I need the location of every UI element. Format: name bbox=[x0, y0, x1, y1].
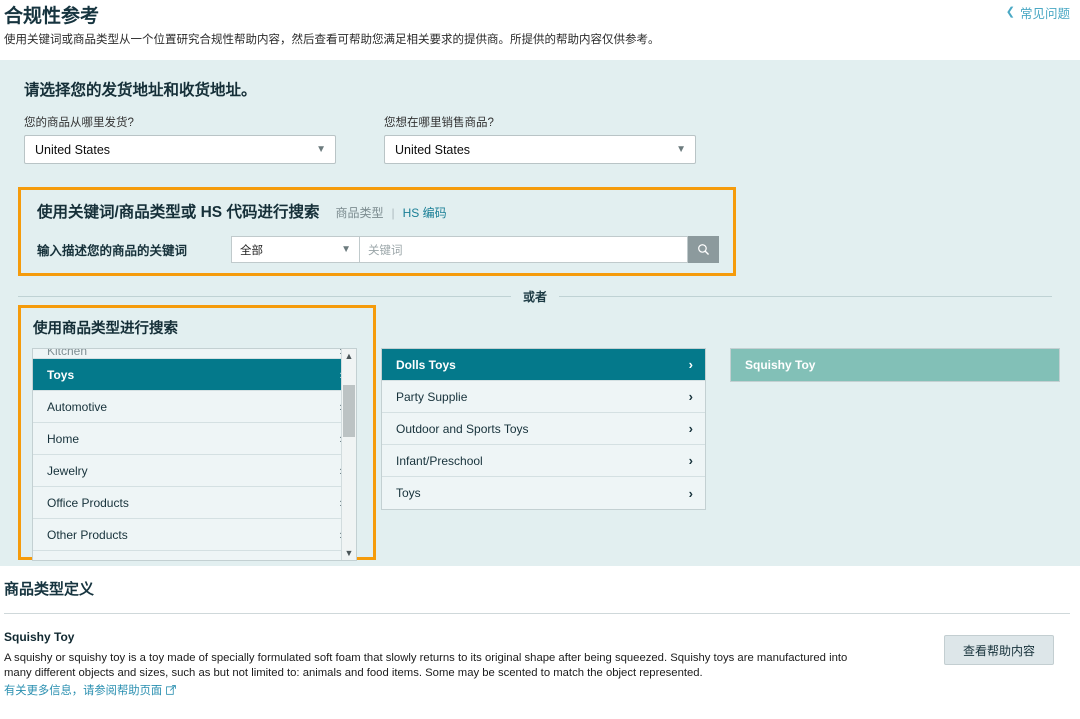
category-columns: Kitchen › Toys › Automotive › Home › bbox=[32, 348, 1062, 561]
category-item-label: Home bbox=[47, 432, 79, 446]
view-help-content-button[interactable]: 查看帮助内容 bbox=[944, 635, 1054, 665]
divider-line-left bbox=[18, 296, 511, 297]
chevron-down-icon: ▼ bbox=[676, 143, 686, 154]
category-list-2: Dolls Toys › Party Supplie › Outdoor and… bbox=[381, 348, 706, 510]
category-item-label: Squishy Toy bbox=[745, 358, 815, 372]
list-item[interactable]: Office Products › bbox=[33, 487, 356, 519]
keyword-input-row: 输入描述您的商品的关键词 全部 ▼ 关键词 bbox=[37, 236, 719, 263]
category-search-title: 使用商品类型进行搜索 bbox=[33, 317, 361, 338]
view-help-content-label: 查看帮助内容 bbox=[963, 642, 1035, 659]
list-item[interactable]: Squishy Toy bbox=[731, 349, 1059, 381]
faq-link[interactable]: ❮ 常见问题 bbox=[1006, 3, 1070, 22]
address-panel-heading: 请选择您的发货地址和收货地址。 bbox=[24, 78, 1056, 100]
sell-to-select[interactable]: United States ▼ bbox=[384, 135, 696, 164]
page-subtitle: 使用关键词或商品类型从一个位置研究合规性帮助内容，然后查看可帮助您满足相关要求的… bbox=[4, 33, 1068, 47]
list-item[interactable]: Toys › bbox=[382, 477, 705, 509]
sell-to-group: 您想在哪里销售商品? United States ▼ bbox=[384, 114, 696, 164]
list-item[interactable]: Outdoor and Sports Toys › bbox=[382, 413, 705, 445]
list-item[interactable]: Dolls Toys › bbox=[382, 349, 705, 381]
list-item[interactable]: Kitchen › bbox=[33, 349, 356, 359]
keyword-search-highlight-box: 使用关键词/商品类型或 HS 代码进行搜索 商品类型 | HS 编码 输入描述您… bbox=[18, 187, 736, 276]
keyword-scope-value: 全部 bbox=[240, 242, 263, 258]
keyword-search-title-row: 使用关键词/商品类型或 HS 代码进行搜索 商品类型 | HS 编码 bbox=[37, 200, 719, 222]
category-item-label: Automotive bbox=[47, 400, 107, 414]
chevron-left-icon: ❮ bbox=[1006, 7, 1015, 18]
chevron-down-icon: ▼ bbox=[316, 143, 326, 154]
category-list-1-scroll: Kitchen › Toys › Automotive › Home › bbox=[33, 349, 356, 560]
category-list-scrollbar[interactable]: ▲ ▼ bbox=[341, 349, 356, 560]
keyword-input-label: 输入描述您的商品的关键词 bbox=[37, 240, 231, 259]
category-item-label: Kitchen bbox=[47, 349, 87, 358]
category-item-label: Office Products bbox=[47, 496, 129, 510]
category-item-label: Outdoor and Sports Toys bbox=[396, 422, 529, 436]
category-column-1: Kitchen › Toys › Automotive › Home › bbox=[32, 348, 357, 561]
tab-separator: | bbox=[391, 206, 394, 220]
list-item[interactable]: Infant/Preschool › bbox=[382, 445, 705, 477]
scrollbar-thumb[interactable] bbox=[343, 385, 355, 437]
category-item-label: Party Supplie bbox=[396, 390, 467, 404]
divider-line-right bbox=[559, 296, 1052, 297]
scroll-down-button[interactable]: ▼ bbox=[342, 546, 356, 560]
category-item-label: Dolls Toys bbox=[396, 358, 456, 372]
ship-from-label: 您的商品从哪里发货? bbox=[24, 114, 336, 130]
definitions-section: 商品类型定义 Squishy Toy A squishy or squishy … bbox=[0, 566, 1080, 706]
page-title: 合规性参考 bbox=[4, 6, 1068, 28]
keyword-input[interactable]: 关键词 bbox=[359, 236, 688, 263]
ship-from-select[interactable]: United States ▼ bbox=[24, 135, 336, 164]
tab-hs-code[interactable]: HS 编码 bbox=[403, 204, 447, 221]
definition-more-link[interactable]: 有关更多信息，请参阅帮助页面 bbox=[4, 682, 176, 698]
list-item[interactable]: Automotive › bbox=[33, 391, 356, 423]
divider-label: 或者 bbox=[523, 288, 547, 305]
list-item[interactable]: Party Supplie › bbox=[382, 381, 705, 413]
search-button[interactable] bbox=[688, 236, 719, 263]
keyword-scope-select[interactable]: 全部 ▼ bbox=[231, 236, 359, 263]
search-mode-tabs: 商品类型 | HS 编码 bbox=[335, 204, 446, 221]
or-divider: 或者 bbox=[18, 288, 1052, 305]
external-link-icon bbox=[166, 685, 176, 695]
definition-body: A squishy or squishy toy is a toy made o… bbox=[4, 651, 864, 681]
page-header: 合规性参考 使用关键词或商品类型从一个位置研究合规性帮助内容，然后查看可帮助您满… bbox=[0, 0, 1080, 47]
definition-name: Squishy Toy bbox=[4, 630, 1070, 644]
keyword-search-title: 使用关键词/商品类型或 HS 代码进行搜索 bbox=[37, 200, 319, 222]
chevron-right-icon: › bbox=[689, 486, 693, 501]
ship-from-value: United States bbox=[35, 143, 110, 157]
address-fields-row: 您的商品从哪里发货? United States ▼ 您想在哪里销售商品? Un… bbox=[24, 114, 1056, 164]
list-item[interactable]: Toys › bbox=[33, 359, 356, 391]
ship-from-group: 您的商品从哪里发货? United States ▼ bbox=[24, 114, 336, 164]
chevron-right-icon: › bbox=[689, 389, 693, 404]
chevron-down-icon: ▼ bbox=[341, 243, 351, 254]
definition-more-link-label: 有关更多信息，请参阅帮助页面 bbox=[4, 682, 162, 698]
chevron-right-icon: › bbox=[689, 357, 693, 372]
category-item-label: Toys bbox=[47, 368, 74, 382]
search-section: 使用关键词/商品类型或 HS 代码进行搜索 商品类型 | HS 编码 输入描述您… bbox=[0, 179, 1080, 566]
category-item-label: Infant/Preschool bbox=[396, 454, 483, 468]
definitions-title: 商品类型定义 bbox=[4, 578, 1070, 599]
category-list-3: Squishy Toy bbox=[730, 348, 1060, 382]
list-item[interactable]: Jewelry › bbox=[33, 455, 356, 487]
tab-product-type[interactable]: 商品类型 bbox=[335, 204, 383, 221]
search-icon bbox=[697, 243, 710, 256]
list-item[interactable]: Home › bbox=[33, 423, 356, 455]
definitions-divider bbox=[4, 613, 1070, 614]
scroll-up-button[interactable]: ▲ bbox=[342, 349, 356, 363]
sell-to-label: 您想在哪里销售商品? bbox=[384, 114, 696, 130]
category-item-label: Toys bbox=[396, 486, 421, 500]
list-item[interactable]: Other Products › bbox=[33, 519, 356, 551]
category-item-label: Other Products bbox=[47, 528, 128, 542]
category-list-1: Kitchen › Toys › Automotive › Home › bbox=[32, 348, 357, 561]
keyword-input-placeholder: 关键词 bbox=[368, 242, 403, 258]
faq-link-label: 常见问题 bbox=[1020, 3, 1070, 22]
address-panel: 请选择您的发货地址和收货地址。 您的商品从哪里发货? United States… bbox=[0, 60, 1080, 179]
sell-to-value: United States bbox=[395, 143, 470, 157]
category-column-2: Dolls Toys › Party Supplie › Outdoor and… bbox=[381, 348, 706, 510]
chevron-right-icon: › bbox=[689, 421, 693, 436]
category-column-3: Squishy Toy bbox=[730, 348, 1060, 382]
category-item-label: Jewelry bbox=[47, 464, 88, 478]
chevron-right-icon: › bbox=[689, 453, 693, 468]
